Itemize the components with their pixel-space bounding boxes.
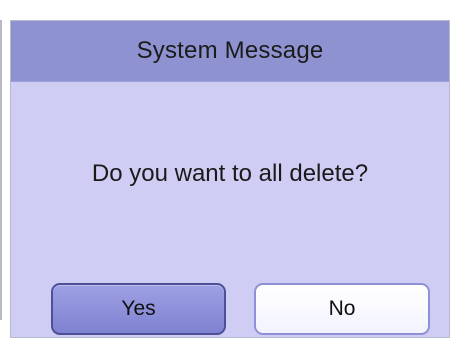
screen: System Message Do you want to all delete… xyxy=(0,0,458,347)
dialog-title: System Message xyxy=(136,37,324,64)
system-message-dialog: System Message Do you want to all delete… xyxy=(10,20,450,338)
yes-button-label: Yes xyxy=(121,297,156,320)
dialog-title-bar: System Message xyxy=(11,21,449,82)
yes-button[interactable]: Yes xyxy=(51,283,226,335)
dialog-message: Do you want to all delete? xyxy=(91,160,369,187)
window-edge-divider xyxy=(0,20,2,320)
no-button-label: No xyxy=(328,297,356,320)
dialog-body: Do you want to all delete? Yes No xyxy=(11,82,449,337)
no-button[interactable]: No xyxy=(254,283,430,335)
